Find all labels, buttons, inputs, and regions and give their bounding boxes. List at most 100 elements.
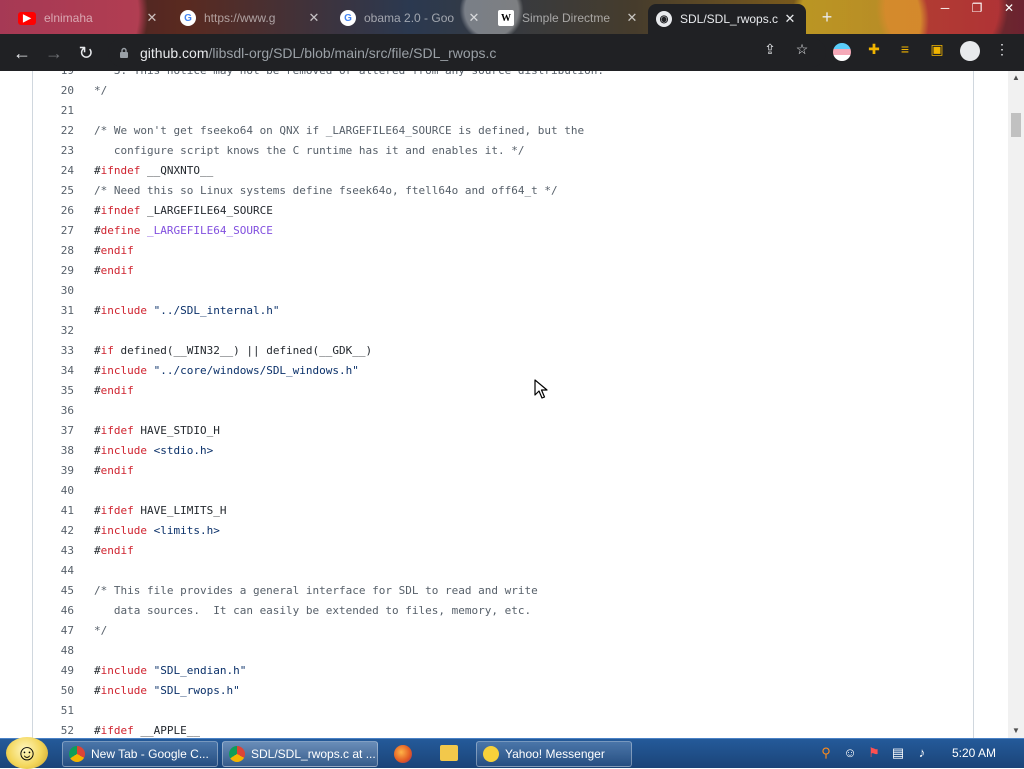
close-icon[interactable]: ✕ — [306, 10, 322, 26]
scrollbar-thumb[interactable] — [1011, 113, 1021, 137]
folder-icon[interactable] — [440, 745, 458, 761]
line-number[interactable]: 42 — [33, 521, 74, 541]
line-number[interactable]: 34 — [33, 361, 74, 381]
code-token: _LARGEFILE64_SOURCE — [140, 224, 273, 237]
line-number[interactable]: 27 — [33, 221, 74, 241]
line-number[interactable]: 43 — [33, 541, 74, 561]
line-number[interactable]: 28 — [33, 241, 74, 261]
code-token: */ — [94, 84, 108, 97]
emoji-icon[interactable]: ☺ — [842, 745, 858, 761]
avatar[interactable] — [960, 41, 980, 61]
code-line: 48 — [33, 641, 973, 661]
star-icon[interactable]: ☆ — [794, 41, 810, 57]
line-number[interactable]: 21 — [33, 101, 74, 121]
network-icon[interactable]: ▤ — [890, 745, 906, 761]
line-number[interactable]: 39 — [33, 461, 74, 481]
tab-wikipedia[interactable]: W Simple Directme ✕ — [490, 4, 648, 32]
line-number[interactable]: 45 — [33, 581, 74, 601]
line-number[interactable]: 35 — [33, 381, 74, 401]
close-icon[interactable]: ✕ — [144, 10, 160, 26]
search-icon[interactable]: ⚲ — [818, 745, 834, 761]
code-token: endif — [100, 544, 134, 557]
line-number[interactable]: 44 — [33, 561, 74, 581]
line-number[interactable]: 46 — [33, 601, 74, 621]
line-number[interactable]: 47 — [33, 621, 74, 641]
tab-google-1[interactable]: G https://www.g ✕ — [172, 4, 330, 32]
restore-icon[interactable]: ❐ — [962, 0, 992, 18]
code-token: ifdef — [100, 724, 134, 737]
close-icon[interactable]: ✕ — [624, 10, 640, 26]
tab-title: elnimaha — [44, 11, 93, 25]
tab-google-2[interactable]: G obama 2.0 - Goo ✕ — [332, 4, 490, 32]
line-number[interactable]: 41 — [33, 501, 74, 521]
line-number[interactable]: 38 — [33, 441, 74, 461]
line-number[interactable]: 36 — [33, 401, 74, 421]
lock-icon — [120, 47, 128, 58]
taskbar-item-new-tab[interactable]: New Tab - Google C... — [62, 741, 218, 767]
minimize-icon[interactable]: ─ — [930, 0, 960, 18]
line-number[interactable]: 33 — [33, 341, 74, 361]
tab-youtube[interactable]: ▶ elnimaha ✕ — [10, 4, 168, 32]
wikipedia-icon: W — [498, 10, 514, 26]
line-number[interactable]: 51 — [33, 701, 74, 721]
code-token: __APPLE__ — [133, 724, 200, 737]
code-token: # — [94, 364, 101, 377]
tab-title: Simple Directme — [522, 11, 611, 25]
code-line: 46 data sources. It can easily be extend… — [33, 601, 973, 621]
plus-icon[interactable]: + — [818, 8, 836, 26]
reading-list-icon[interactable]: ≡ — [897, 41, 913, 57]
line-number[interactable]: 24 — [33, 161, 74, 181]
scroll-up-icon[interactable]: ▲ — [1008, 71, 1024, 85]
line-number[interactable]: 23 — [33, 141, 74, 161]
line-source: #include "SDL_rwops.h" — [94, 681, 240, 701]
vertical-scrollbar[interactable]: ▲ ▼ — [1008, 71, 1024, 738]
flag-icon[interactable]: ⚑ — [866, 745, 882, 761]
taskbar-item-sdl[interactable]: SDL/SDL_rwops.c at ... — [222, 741, 378, 767]
close-icon[interactable]: ✕ — [782, 11, 798, 27]
side-panel-icon[interactable]: ▣ — [929, 41, 945, 57]
scroll-down-icon[interactable]: ▼ — [1008, 724, 1024, 738]
address-bar[interactable]: github.com/libsdl-org/SDL/blob/main/src/… — [108, 38, 826, 67]
line-number[interactable]: 22 — [33, 121, 74, 141]
more-menu-icon[interactable]: ⋮ — [994, 41, 1010, 57]
line-number[interactable]: 52 — [33, 721, 74, 738]
taskbar-item-yahoo[interactable]: Yahoo! Messenger — [476, 741, 632, 767]
window-close-icon[interactable]: ✕ — [994, 0, 1024, 18]
reload-icon[interactable]: ↻ — [74, 41, 98, 65]
line-number[interactable]: 48 — [33, 641, 74, 661]
puzzle-icon[interactable]: ✚ — [866, 41, 882, 57]
close-icon[interactable]: ✕ — [466, 10, 482, 26]
line-number[interactable]: 25 — [33, 181, 74, 201]
line-number[interactable]: 40 — [33, 481, 74, 501]
line-number[interactable]: 20 — [33, 81, 74, 101]
google-icon: G — [340, 10, 356, 26]
line-source: /* We won't get fseeko64 on QNX if _LARG… — [94, 121, 584, 141]
line-number[interactable]: 37 — [33, 421, 74, 441]
code-token: include — [100, 364, 147, 377]
tab-github-active[interactable]: ◉ SDL/SDL_rwops.c ✕ — [648, 4, 806, 34]
line-source: #include "../core/windows/SDL_windows.h" — [94, 361, 359, 381]
line-source: */ — [94, 621, 107, 641]
code-token: /* This file provides a general interfac… — [94, 584, 538, 597]
forward-arrow-icon[interactable]: → — [42, 41, 66, 65]
share-icon[interactable]: ⇪ — [762, 41, 778, 57]
line-number[interactable]: 30 — [33, 281, 74, 301]
code-line: 50 #include "SDL_rwops.h" — [33, 681, 973, 701]
volume-icon[interactable]: ♪ — [914, 745, 930, 761]
line-number[interactable]: 19 — [33, 71, 74, 81]
line-number[interactable]: 49 — [33, 661, 74, 681]
line-number[interactable]: 32 — [33, 321, 74, 341]
code-token: # — [94, 544, 101, 557]
start-button[interactable]: ☺ — [6, 737, 48, 769]
code-token: endif — [100, 244, 134, 257]
code-line: 52 #ifdef __APPLE__ — [33, 721, 973, 738]
line-number[interactable]: 29 — [33, 261, 74, 281]
code-token: /* We won't get fseeko64 on QNX if _LARG… — [94, 124, 585, 137]
line-number[interactable]: 26 — [33, 201, 74, 221]
firefox-icon[interactable] — [394, 745, 412, 763]
extension-flag-icon[interactable] — [833, 43, 851, 61]
code-line: 37 #ifdef HAVE_STDIO_H — [33, 421, 973, 441]
line-number[interactable]: 50 — [33, 681, 74, 701]
back-arrow-icon[interactable]: ← — [10, 41, 34, 65]
line-number[interactable]: 31 — [33, 301, 74, 321]
